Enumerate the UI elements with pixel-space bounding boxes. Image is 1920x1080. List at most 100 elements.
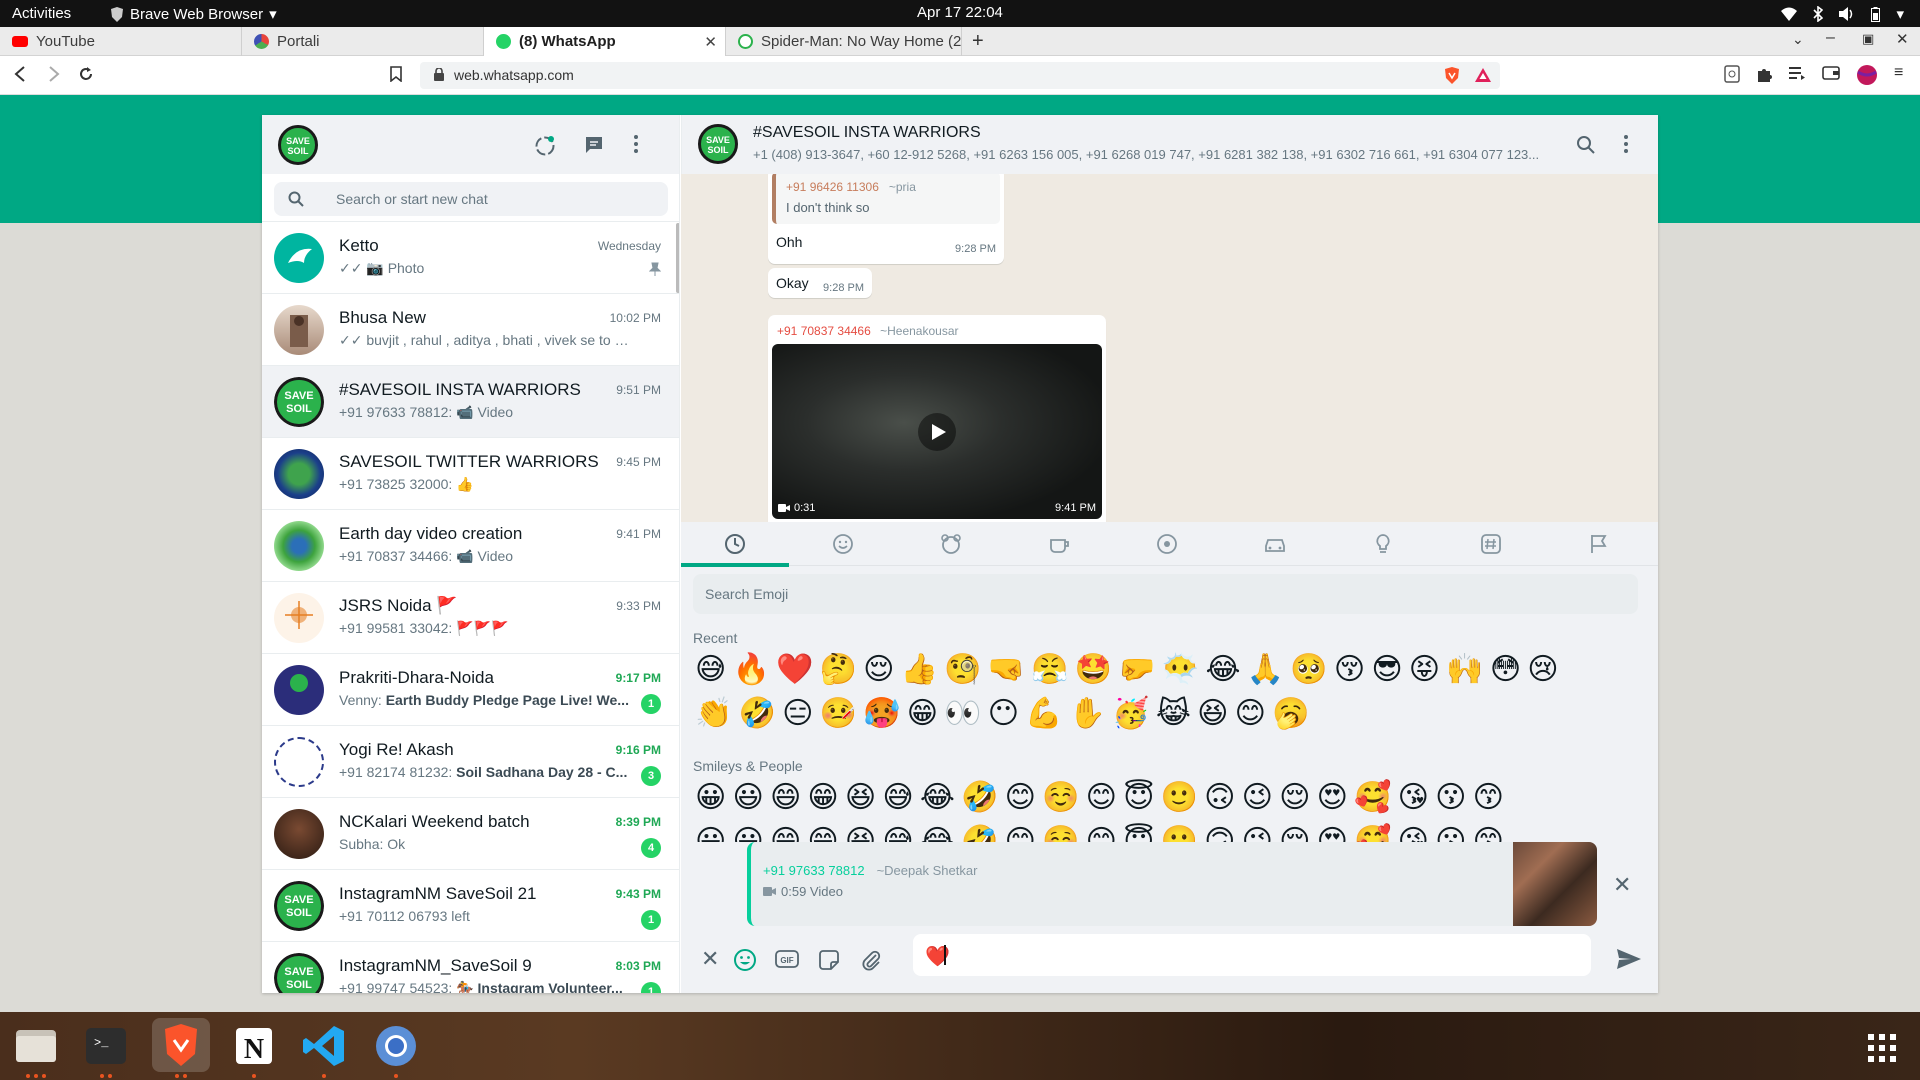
quoted-text: I don't think so (786, 200, 870, 215)
tab-list-chevron-icon[interactable]: ⌄ (1792, 31, 1804, 48)
activities-button[interactable]: Activities (12, 5, 71, 22)
chat-item-prakriti-dhara-noida[interactable]: Prakriti-Dhara-Noida 9:17 PM Venny: Eart… (262, 654, 679, 726)
objects-tab-icon[interactable] (1371, 532, 1395, 556)
search-placeholder: Search or start new chat (336, 191, 488, 207)
group-avatar[interactable]: SAVE SOIL (698, 124, 738, 164)
close-window-button[interactable]: ✕ (1896, 30, 1909, 48)
message-time: 9:41 PM (1055, 502, 1096, 514)
chat-item-bhusa-new[interactable]: Bhusa New 10:02 PM ✓✓ buvjit , rahul , a… (262, 294, 679, 366)
extension-icon[interactable] (1724, 65, 1740, 83)
svg-text:N: N (244, 1034, 264, 1065)
reload-icon[interactable] (78, 66, 94, 82)
vscode-app-icon[interactable] (300, 1022, 348, 1078)
message-bubble[interactable]: Okay 9:28 PM (768, 268, 872, 298)
chat-search: Search or start new chat (262, 174, 679, 222)
message-input[interactable]: ❤️ (913, 934, 1591, 976)
close-emoji-panel-icon[interactable]: ✕ (701, 946, 719, 972)
terminal-app-icon[interactable]: >_ (82, 1022, 130, 1078)
chat-list-scrollbar[interactable] (676, 223, 679, 293)
recent-emoji-row[interactable]: 😅🔥❤️🤔😌👍🧐🤜😤🤩🤛😶‍🌫️😂🙏🥺😚😎😝🙌😳😢 (695, 648, 1640, 692)
website-icon (738, 34, 753, 49)
forward-icon[interactable] (48, 66, 60, 82)
menu-icon[interactable]: ≡ (1894, 64, 1903, 82)
message-bubble[interactable]: +91 96426 11306 ~pria I don't think so Oh… (768, 174, 1004, 264)
playlist-icon[interactable] (1788, 65, 1806, 81)
show-applications-icon[interactable] (1868, 1034, 1896, 1062)
emoji-icon[interactable] (733, 948, 757, 972)
profile-avatar-icon[interactable] (1856, 64, 1878, 86)
puzzle-icon[interactable] (1756, 65, 1774, 83)
emoji-search-input[interactable]: Search Emoji (693, 574, 1638, 614)
chat-item-nckalari-weekend-batch[interactable]: NCKalari Weekend batch 8:39 PM Subha: Ok… (262, 798, 679, 870)
brave-shields-icon[interactable] (1444, 67, 1460, 84)
bookmark-icon[interactable] (390, 66, 402, 82)
chat-item-ketto[interactable]: Ketto Wednesday ✓✓ 📷 Photo (262, 222, 679, 294)
chat-item-instagramnm-savesoil-9[interactable]: SAVE SOIL InstagramNM_SaveSoil 9 8:03 PM … (262, 942, 679, 993)
brave-rewards-icon[interactable] (1474, 67, 1492, 83)
chat-item-savesoil-twitter-warriors[interactable]: SAVESOIL TWITTER WARRIORS 9:45 PM +91 73… (262, 438, 679, 510)
minimize-button[interactable]: – (1826, 29, 1835, 47)
address-bar[interactable]: web.whatsapp.com (420, 62, 1500, 89)
chat-item-earth-day-video-creation[interactable]: Earth day video creation 9:41 PM +91 708… (262, 510, 679, 582)
message-list: +91 96426 11306 ~pria I don't think so Oh… (681, 174, 1658, 522)
menu-dots-icon[interactable] (634, 135, 638, 153)
activity-tab-icon[interactable] (1155, 532, 1179, 556)
unread-badge: 1 (641, 982, 661, 993)
sticker-icon[interactable] (817, 948, 841, 972)
quoted-message[interactable]: +91 96426 11306 ~pria I don't think so (772, 174, 1000, 224)
smileys-emoji-row[interactable]: 😀😃😄😁😆😅😂🤣😊☺️😊😇🙂🙃😉😌😍🥰😘😗😙 (695, 776, 1640, 820)
message-input-text: ❤️ (925, 946, 950, 968)
tab-whatsapp[interactable]: (8) WhatsApp ✕ (484, 27, 726, 56)
symbols-tab-icon[interactable] (1479, 532, 1503, 556)
chat-name: SAVESOIL TWITTER WARRIORS (339, 452, 599, 471)
tab-youtube[interactable]: YouTube (0, 27, 242, 56)
search-input[interactable]: Search or start new chat (274, 182, 668, 216)
clock[interactable]: Apr 17 22:04 (917, 4, 1003, 21)
recent-emoji-tab-icon[interactable] (723, 532, 747, 556)
maximize-button[interactable]: ▣ (1862, 31, 1874, 47)
new-chat-icon[interactable] (584, 135, 604, 155)
notion-app-icon[interactable]: N (230, 1022, 278, 1078)
tab-spiderman[interactable]: Spider-Man: No Way Home (20 (726, 27, 962, 56)
chat-preview: +91 82174 81232: Soil Sadhana Day 28 - C… (339, 764, 628, 780)
reply-author: +91 97633 78812 ~Deepak Shetkar (763, 863, 978, 878)
my-avatar[interactable]: SAVE SOIL (278, 125, 318, 165)
gif-icon[interactable]: GIF (775, 949, 799, 969)
chat-item-jsrs-noida[interactable]: JSRS Noida 🚩 9:33 PM +91 99581 33042: 🚩🚩… (262, 582, 679, 654)
back-icon[interactable] (14, 66, 26, 82)
avatar (274, 521, 324, 571)
conversation-menu-icon[interactable] (1624, 135, 1628, 153)
play-button[interactable] (918, 413, 956, 451)
chat-name: InstagramNM_SaveSoil 9 (339, 956, 532, 975)
chat-item-savesoil-insta-warriors[interactable]: SAVE SOIL #SAVESOIL INSTA WARRIORS 9:51 P… (262, 366, 679, 438)
status-icon[interactable] (534, 135, 556, 157)
send-icon[interactable] (1616, 947, 1642, 971)
flags-tab-icon[interactable] (1587, 532, 1611, 556)
close-reply-icon[interactable]: ✕ (1613, 872, 1631, 898)
chromium-app-icon[interactable] (372, 1022, 420, 1078)
video-message-bubble[interactable]: +91 70837 34466 ~Heenakousar 0:31 9:41 P… (768, 315, 1106, 522)
travel-tab-icon[interactable] (1263, 532, 1287, 556)
brave-app-icon[interactable] (152, 1018, 210, 1078)
close-tab-icon[interactable]: ✕ (704, 33, 717, 51)
new-tab-button[interactable]: + (972, 30, 984, 53)
chat-item-yogi-re-akash[interactable]: Yogi Re! Akash 9:16 PM +91 82174 81232: … (262, 726, 679, 798)
reply-preview[interactable]: +91 97633 78812 ~Deepak Shetkar 0:59 Vide… (747, 842, 1597, 926)
attach-icon[interactable] (859, 948, 883, 972)
group-title[interactable]: #SAVESOIL INSTA WARRIORS (753, 124, 981, 142)
system-tray[interactable]: ▾ (1781, 5, 1904, 23)
chat-item-instagramnm-savesoil-21[interactable]: SAVE SOIL InstagramNM SaveSoil 21 9:43 PM… (262, 870, 679, 942)
video-camera-icon (763, 887, 776, 896)
smileys-tab-icon[interactable] (831, 532, 855, 556)
search-messages-icon[interactable] (1576, 135, 1595, 154)
app-menu[interactable]: Brave Web Browser ▾ (110, 5, 277, 23)
video-thumbnail[interactable]: 0:31 9:41 PM (772, 344, 1102, 519)
recent-emoji-row[interactable]: 👏🤣😑🤒🥵😁👀😶💪✋🥳😹😆😊🥱 (695, 692, 1640, 736)
smileys-emoji-row-partial[interactable]: 😀😃😄😁😆😅😂🤣😊☺️😊😇🙂🙃😉😌😍🥰😘😗😙 (695, 820, 1640, 842)
wallet-icon[interactable] (1822, 65, 1840, 81)
animals-tab-icon[interactable] (939, 532, 963, 556)
food-tab-icon[interactable] (1047, 532, 1071, 556)
files-app-icon[interactable] (12, 1022, 60, 1078)
tab-portali[interactable]: Portali (242, 27, 484, 56)
conversation-header[interactable]: SAVE SOIL #SAVESOIL INSTA WARRIORS +1 (40… (681, 115, 1658, 174)
